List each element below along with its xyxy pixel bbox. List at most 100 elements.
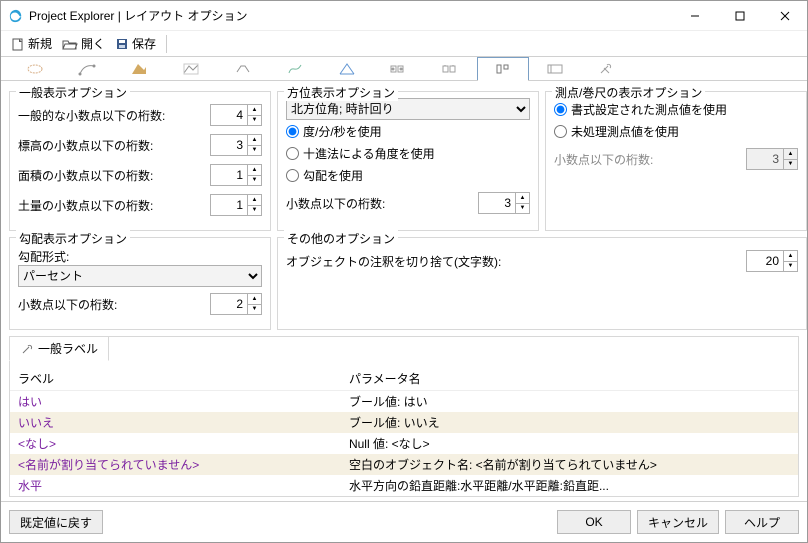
table-row[interactable]: 水平水平方向の鉛直距離:水平距離/水平距離:鉛直距... — [10, 475, 798, 496]
cell-param: Null 値: <なし> — [341, 433, 798, 454]
volume-decimals-label: 土量の小数点以下の桁数: — [18, 197, 153, 214]
group-other: その他のオプション オブジェクトの注釈を切り捨て(文字数): ▲▼ — [277, 237, 807, 330]
tab-general-labels[interactable]: 一般ラベル — [9, 336, 109, 361]
radio-decimal-deg[interactable] — [286, 147, 299, 160]
general-decimals-input[interactable] — [211, 105, 247, 125]
spin-down[interactable]: ▼ — [516, 204, 529, 214]
radio-formatted[interactable] — [554, 103, 567, 116]
grade-decimals-label: 小数点以下の桁数: — [18, 296, 117, 313]
table-row[interactable]: <名前が割り当てられていません>空白のオブジェクト名: <名前が割り当てられてい… — [10, 454, 798, 475]
spin-up: ▲ — [784, 149, 797, 160]
new-icon — [11, 37, 25, 51]
open-button[interactable]: 開く — [58, 33, 109, 54]
spin-down[interactable]: ▼ — [248, 116, 261, 126]
volume-decimals-spin[interactable]: ▲▼ — [210, 194, 262, 216]
elevation-decimals-input[interactable] — [211, 135, 247, 155]
grade-decimals-spin[interactable]: ▲▼ — [210, 293, 262, 315]
station-decimals-input — [747, 149, 783, 169]
station-decimals-spin: ▲▼ — [746, 148, 798, 170]
spin-up[interactable]: ▲ — [248, 135, 261, 146]
tab-pipe[interactable] — [425, 57, 477, 80]
elevation-decimals-spin[interactable]: ▲▼ — [210, 134, 262, 156]
radio-formatted-label: 書式設定された測点値を使用 — [571, 101, 727, 118]
labels-table: ラベル パラメータ名 はいブール値: はいいいえブール値: いいえ<なし>Nul… — [10, 367, 798, 496]
cell-label: <名前が割り当てられていません> — [10, 454, 341, 475]
content-area: 一般表示オプション 一般的な小数点以下の桁数: ▲▼ 標高の小数点以下の桁数: … — [1, 81, 807, 501]
spin-down[interactable]: ▼ — [248, 176, 261, 186]
tab-general-labels-text: 一般ラベル — [38, 340, 98, 357]
group-general-display: 一般表示オプション 一般的な小数点以下の桁数: ▲▼ 標高の小数点以下の桁数: … — [9, 91, 271, 231]
spin-up[interactable]: ▲ — [784, 251, 797, 262]
close-button[interactable] — [762, 1, 807, 31]
area-decimals-label: 面積の小数点以下の桁数: — [18, 167, 153, 184]
maximize-button[interactable] — [717, 1, 762, 31]
table-row[interactable]: はいブール値: はい — [10, 391, 798, 413]
tab-corridor[interactable] — [321, 57, 373, 80]
save-button[interactable]: 保存 — [111, 33, 160, 54]
cell-label: いいえ — [10, 412, 341, 433]
grade-decimals-input[interactable] — [211, 294, 247, 314]
cell-param: 空白のオブジェクト名: <名前が割り当てられていません> — [341, 454, 798, 475]
spin-down[interactable]: ▼ — [784, 262, 797, 272]
group-legend: 一般表示オプション — [16, 84, 130, 101]
truncate-spin[interactable]: ▲▼ — [746, 250, 798, 272]
tab-profile[interactable] — [165, 57, 217, 80]
elevation-decimals-label: 標高の小数点以下の桁数: — [18, 137, 153, 154]
radio-raw[interactable] — [554, 125, 567, 138]
station-decimals-label: 小数点以下の桁数: — [554, 151, 653, 168]
area-decimals-spin[interactable]: ▲▼ — [210, 164, 262, 186]
minimize-button[interactable] — [672, 1, 717, 31]
radio-grade[interactable] — [286, 169, 299, 182]
tab-featureline[interactable] — [269, 57, 321, 80]
cancel-button[interactable]: キャンセル — [637, 510, 719, 534]
section-general-labels: 一般ラベル ラベル パラメータ名 はいブール値: はいいいえブール値: いいえ<… — [9, 336, 799, 497]
general-decimals-spin[interactable]: ▲▼ — [210, 104, 262, 126]
save-icon — [115, 37, 129, 51]
help-button[interactable]: ヘルプ — [725, 510, 799, 534]
spin-down[interactable]: ▼ — [248, 146, 261, 156]
radio-grade-label: 勾配を使用 — [303, 167, 363, 184]
spin-up[interactable]: ▲ — [516, 193, 529, 204]
group-station-tape: 測点/巻尺の表示オプション 書式設定された測点値を使用 未処理測点値を使用 小数… — [545, 91, 807, 231]
titlebar: Project Explorer | レイアウト オプション — [1, 1, 807, 31]
tab-layout[interactable] — [477, 57, 529, 80]
group-legend: 測点/巻尺の表示オプション — [552, 84, 705, 101]
tab-general[interactable] — [9, 57, 61, 80]
app-icon — [9, 9, 23, 23]
radio-dms[interactable] — [286, 125, 299, 138]
col-param: パラメータ名 — [341, 367, 798, 391]
bearing-decimals-input[interactable] — [479, 193, 515, 213]
footer: 既定値に戻す OK キャンセル ヘルプ — [1, 501, 807, 542]
area-decimals-input[interactable] — [211, 165, 247, 185]
bearing-type-combo[interactable]: 北方位角; 時計回り — [286, 98, 530, 120]
truncate-label: オブジェクトの注釈を切り捨て(文字数): — [286, 253, 501, 270]
new-button[interactable]: 新規 — [7, 33, 56, 54]
reset-defaults-button[interactable]: 既定値に戻す — [9, 510, 103, 534]
grade-format-label: 勾配形式: — [18, 248, 262, 265]
radio-dms-label: 度/分/秒を使用 — [303, 123, 382, 140]
truncate-input[interactable] — [747, 251, 783, 271]
volume-decimals-input[interactable] — [211, 195, 247, 215]
tab-surface[interactable] — [113, 57, 165, 80]
tab-view[interactable] — [529, 57, 581, 80]
tab-alignment[interactable] — [61, 57, 113, 80]
table-row[interactable]: <なし>Null 値: <なし> — [10, 433, 798, 454]
spin-up[interactable]: ▲ — [248, 294, 261, 305]
window-title: Project Explorer | レイアウト オプション — [29, 7, 248, 24]
spin-up[interactable]: ▲ — [248, 165, 261, 176]
spin-down[interactable]: ▼ — [248, 305, 261, 315]
cell-param: ブール値: いいえ — [341, 412, 798, 433]
ok-button[interactable]: OK — [557, 510, 631, 534]
grade-format-combo[interactable]: パーセント — [18, 265, 262, 287]
save-label: 保存 — [132, 35, 156, 52]
open-label: 開く — [81, 35, 105, 52]
spin-up[interactable]: ▲ — [248, 105, 261, 116]
tab-section[interactable] — [217, 57, 269, 80]
tab-pipe-combined[interactable] — [373, 57, 425, 80]
spin-down[interactable]: ▼ — [248, 206, 261, 216]
tab-tools[interactable] — [581, 57, 633, 80]
spin-up[interactable]: ▲ — [248, 195, 261, 206]
bearing-decimals-spin[interactable]: ▲▼ — [478, 192, 530, 214]
new-label: 新規 — [28, 35, 52, 52]
table-row[interactable]: いいえブール値: いいえ — [10, 412, 798, 433]
